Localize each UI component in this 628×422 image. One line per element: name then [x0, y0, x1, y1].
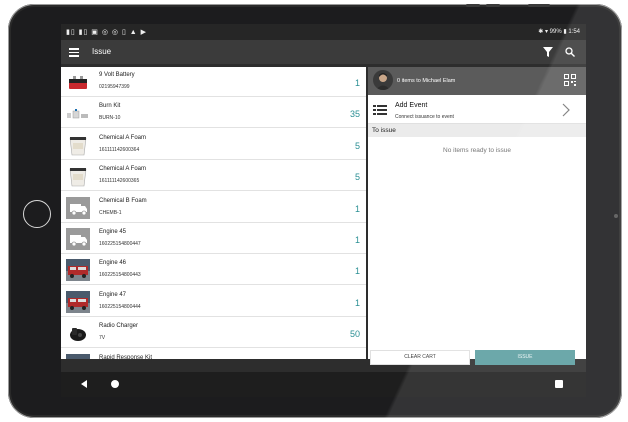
add-event-row[interactable]: Add Event Connect issuance to event: [368, 97, 586, 124]
recent-apps-icon[interactable]: [555, 380, 563, 388]
home-button[interactable]: [23, 200, 51, 228]
bucket-thumbnail: [69, 168, 87, 187]
item-quantity: 1: [354, 266, 360, 277]
item-quantity: 1: [354, 297, 360, 308]
item-quantity: 5: [354, 172, 360, 183]
bucket-thumbnail: [69, 136, 87, 156]
tablet-device: ▮▯ ▮▯ ▣ ◎ ◎ ▯ ▲ ▶ ✱ ▾ 99% ▮ 1:54 Issue 9…: [0, 0, 628, 422]
chevron-right-icon: [562, 103, 570, 117]
list-item[interactable]: Rapid Response KitRR-KIT-11: [61, 349, 366, 359]
item-quantity: 50: [349, 329, 360, 340]
list-item[interactable]: Chemical A Foam 161111142600365 5: [61, 161, 366, 192]
list-item[interactable]: Engine 47 160225154800444 1: [61, 286, 366, 317]
engine-photo-thumbnail: [66, 353, 90, 359]
item-code: 160225154800447: [99, 241, 141, 247]
item-code: 161111142600364: [99, 146, 140, 153]
app-bar: Issue: [61, 40, 586, 64]
menu-icon[interactable]: [69, 46, 79, 58]
item-code: 160225154800443: [99, 272, 141, 279]
truck-thumbnail: [66, 196, 90, 219]
list-item[interactable]: Engine 45 160225154800447 1: [61, 224, 366, 254]
item-name: Rapid Response Kit: [99, 354, 153, 359]
status-right-info: ✱ ▾ 99% ▮ 1:54: [538, 29, 580, 35]
list-item[interactable]: Chemical B Foam CHEMB-1 1: [61, 192, 366, 223]
engine-photo-thumbnail: [66, 290, 90, 313]
item-code: CHEMB-1: [99, 209, 122, 216]
item-code: 02195947399: [99, 84, 130, 90]
item-quantity: 1: [354, 203, 360, 214]
item-quantity: 1: [354, 78, 360, 88]
list-item[interactable]: Engine 46 160225154800443 1: [61, 255, 366, 286]
item-code: BURN-10: [99, 115, 121, 122]
item-code: 161111142600365: [99, 178, 140, 185]
power-button: [528, 4, 550, 7]
avatar[interactable]: [373, 70, 393, 90]
item-name: Chemical A Foam: [99, 166, 147, 173]
status-bar: ▮▯ ▮▯ ▣ ◎ ◎ ▯ ▲ ▶ ✱ ▾ 99% ▮ 1:54: [61, 24, 586, 40]
item-code: 7V: [99, 335, 106, 342]
cart-header: 0 items to Michael Elam: [368, 67, 586, 95]
item-quantity: 1: [354, 235, 360, 245]
item-name: Chemical B Foam: [99, 197, 147, 204]
item-code: 160225154800444: [99, 303, 141, 310]
page-title: Issue: [92, 47, 112, 56]
empty-cart-message: No items ready to issue: [443, 147, 511, 154]
charger-thumbnail: [70, 328, 86, 342]
qr-code-icon[interactable]: [564, 74, 576, 86]
cart-title: 0 items to Michael Elam: [397, 78, 456, 84]
item-name: Radio Charger: [99, 323, 139, 330]
item-quantity: 35: [349, 109, 360, 120]
item-name: Engine 46: [99, 260, 127, 267]
screen: ▮▯ ▮▯ ▣ ◎ ◎ ▯ ▲ ▶ ✱ ▾ 99% ▮ 1:54 Issue 9…: [61, 24, 586, 397]
battery-thumbnail: [69, 76, 87, 89]
engine-photo-thumbnail: [66, 259, 90, 282]
event-list-icon: [373, 105, 387, 115]
tablet-bezel: ▮▯ ▮▯ ▣ ◎ ◎ ▯ ▲ ▶ ✱ ▾ 99% ▮ 1:54 Issue 9…: [8, 4, 622, 418]
volume-button: [466, 4, 480, 7]
add-event-subtitle: Connect issuance to event: [395, 114, 454, 120]
item-quantity: 5: [354, 140, 360, 151]
home-nav-icon[interactable]: [111, 380, 119, 388]
to-issue-label: To issue: [372, 127, 396, 134]
notification-icons: ▮▯ ▮▯ ▣ ◎ ◎ ▯ ▲ ▶: [66, 29, 148, 36]
item-name: Burn Kit: [99, 103, 121, 110]
issue-button[interactable]: ISSUE: [475, 350, 575, 365]
item-name: Engine 47: [99, 291, 127, 298]
truck-thumbnail: [66, 228, 90, 250]
inventory-list[interactable]: 9 Volt Battery 02195947399 1 Burn Kit BURN-1…: [61, 67, 366, 359]
kit-thumbnail: [67, 109, 88, 119]
add-event-title: Add Event: [395, 102, 428, 109]
back-icon[interactable]: [80, 380, 88, 388]
filter-icon[interactable]: [543, 47, 553, 57]
volume-button: [486, 4, 500, 7]
cart-panel: 0 items to Michael Elam Add Event Connec…: [368, 67, 586, 365]
search-icon[interactable]: [565, 47, 575, 57]
list-item[interactable]: 9 Volt Battery 02195947399 1: [61, 67, 366, 97]
item-name: 9 Volt Battery: [99, 72, 135, 78]
to-issue-section-header: To issue: [368, 124, 586, 137]
clear-cart-button[interactable]: CLEAR CART: [370, 350, 470, 365]
list-item[interactable]: Burn Kit BURN-10 35: [61, 98, 366, 129]
list-item[interactable]: Chemical A Foam 161111142600364 5: [61, 129, 366, 160]
item-name: Engine 45: [99, 229, 127, 235]
camera-icon: [614, 214, 618, 218]
list-item[interactable]: Radio Charger 7V 50: [61, 318, 366, 349]
navigation-bar: [61, 372, 586, 397]
item-name: Chemical A Foam: [99, 134, 147, 141]
